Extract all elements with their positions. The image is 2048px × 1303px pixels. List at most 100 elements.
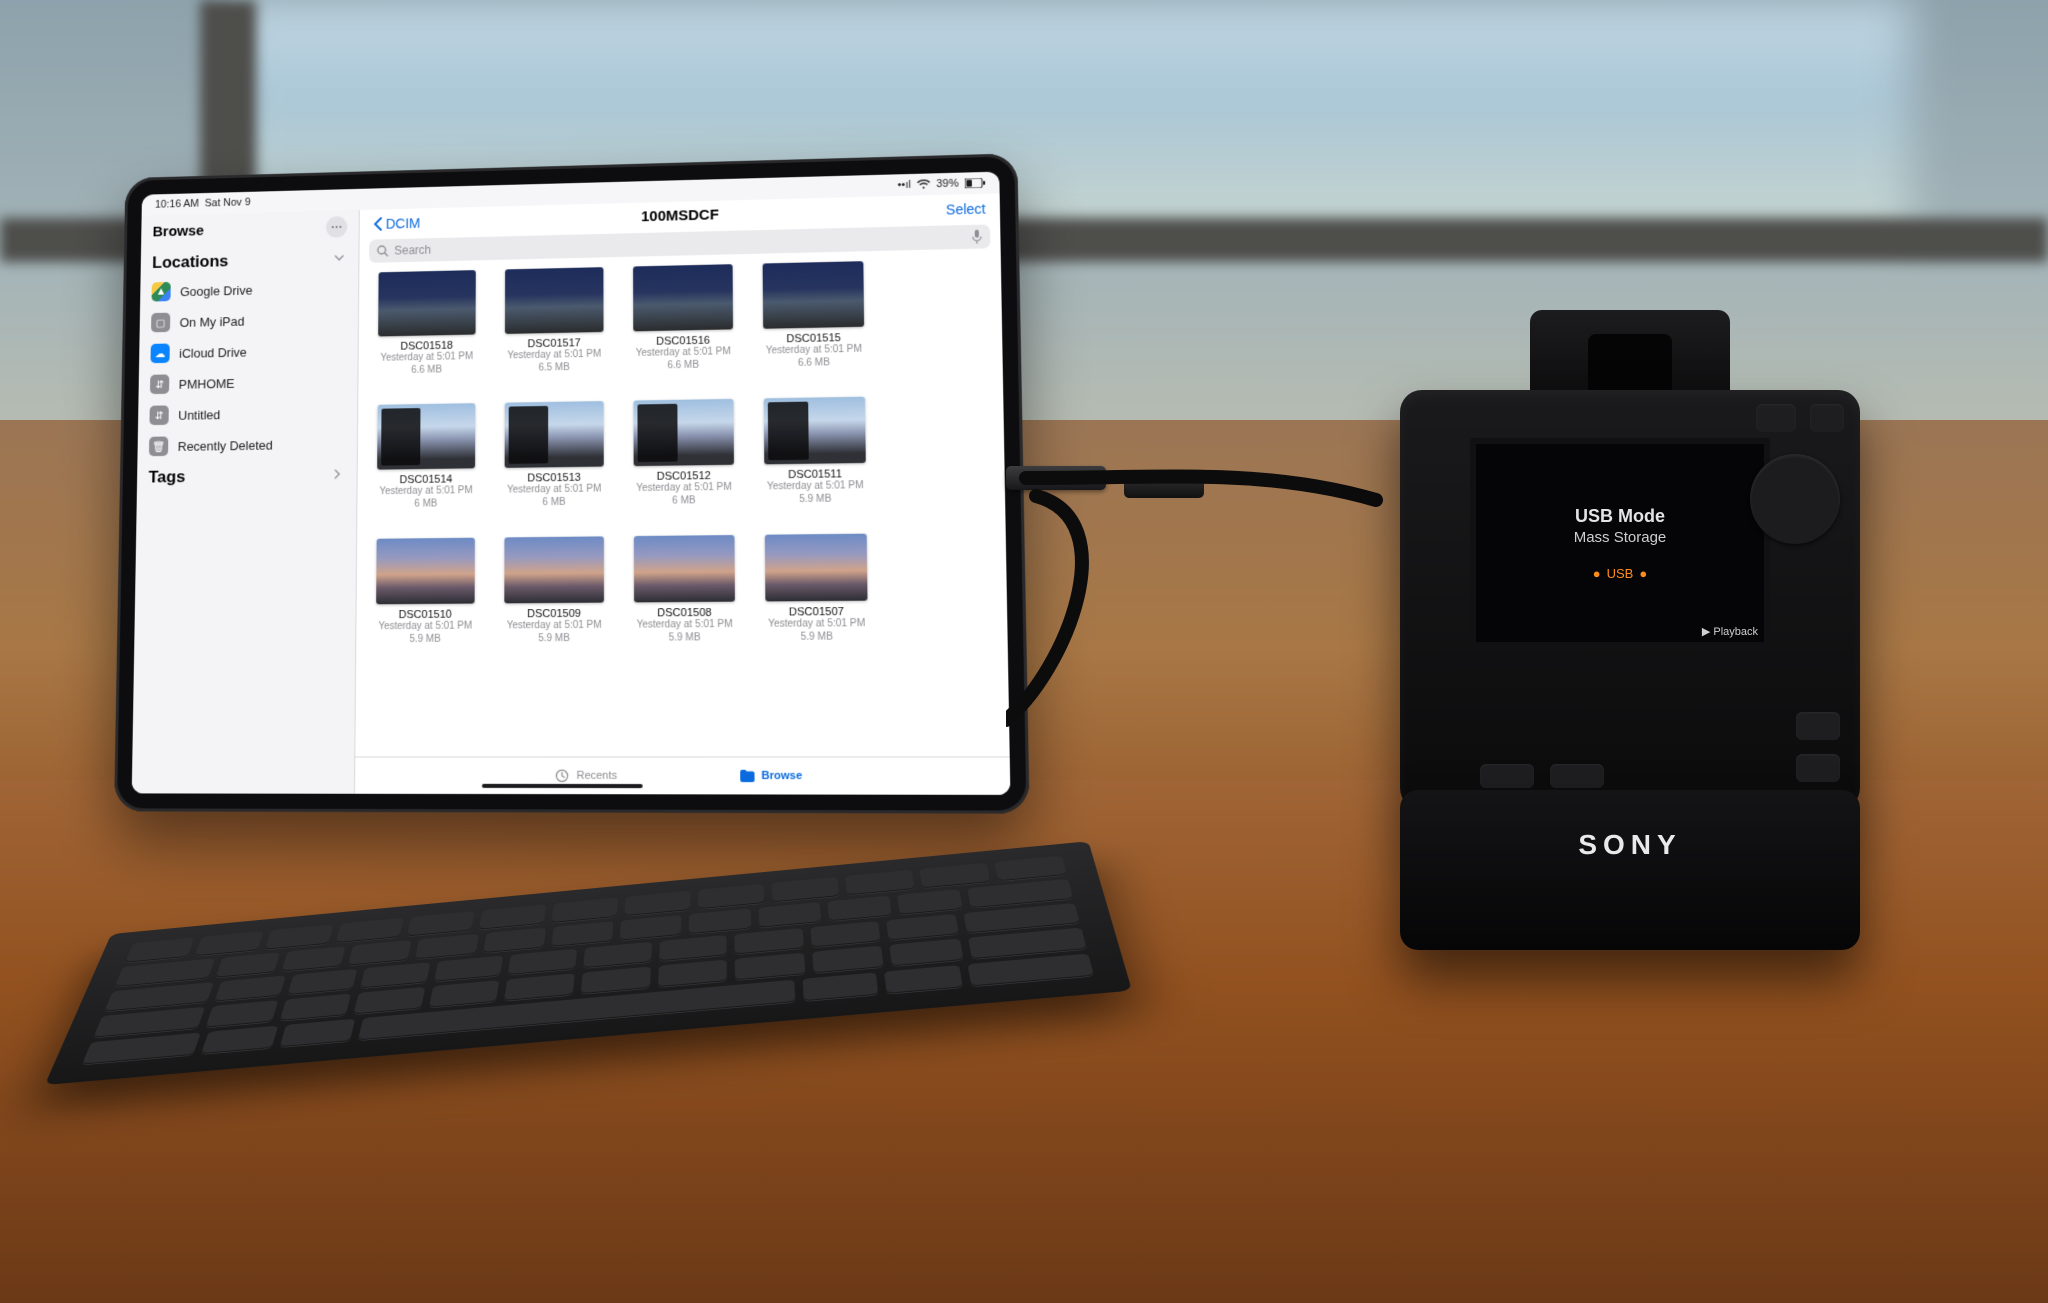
tab-recents[interactable]: Recents xyxy=(554,769,617,783)
camera-control-wheel xyxy=(1750,454,1840,544)
keyboard-key xyxy=(434,955,504,982)
content-pane: DCIM 100MSDCF Select Search DSC01518Yest… xyxy=(355,193,1010,794)
sidebar: Browse ⋯ Locations ▲ Google Drive xyxy=(132,210,360,794)
locations-label: Locations xyxy=(152,252,229,273)
keyboard-key xyxy=(802,972,878,1001)
file-size: 5.9 MB xyxy=(799,493,831,506)
file-item[interactable]: DSC01518Yesterday at 5:01 PM6.6 MB xyxy=(372,270,482,378)
keyboard-key xyxy=(336,918,404,943)
file-item[interactable]: DSC01511Yesterday at 5:01 PM5.9 MB xyxy=(758,397,873,507)
file-thumbnail xyxy=(377,403,475,469)
sidebar-item-icloud-drive[interactable]: ☁ iCloud Drive xyxy=(139,334,358,369)
file-item[interactable]: DSC01512Yesterday at 5:01 PM6 MB xyxy=(627,399,740,508)
file-item[interactable]: DSC01516Yesterday at 5:01 PM6.6 MB xyxy=(627,264,739,373)
keyboard-key xyxy=(735,928,804,955)
back-button[interactable]: DCIM xyxy=(373,215,420,232)
keyboard-key xyxy=(845,870,914,896)
keyboard-key xyxy=(624,891,690,916)
file-grid: DSC01518Yesterday at 5:01 PM6.6 MBDSC015… xyxy=(355,256,1009,756)
keyboard-key xyxy=(583,942,651,969)
file-size: 6 MB xyxy=(672,495,696,508)
sidebar-item-recently-deleted[interactable]: 🗑 Recently Deleted xyxy=(137,428,357,463)
keyboard-key xyxy=(125,937,195,962)
status-battery: 39% xyxy=(936,178,959,190)
external-drive-icon: ⇵ xyxy=(149,405,168,425)
file-date: Yesterday at 5:01 PM xyxy=(767,480,864,494)
tab-browse[interactable]: Browse xyxy=(739,769,802,783)
status-date: Sat Nov 9 xyxy=(205,197,251,210)
file-size: 5.9 MB xyxy=(538,633,570,646)
sidebar-item-google-drive[interactable]: ▲ Google Drive xyxy=(140,272,358,308)
lcd-subtitle: Mass Storage xyxy=(1574,529,1667,546)
file-thumbnail xyxy=(633,399,734,466)
usb-c-plug xyxy=(1124,478,1204,498)
file-item[interactable]: DSC01509Yesterday at 5:01 PM5.9 MB xyxy=(498,536,610,645)
file-thumbnail xyxy=(378,270,476,336)
file-size: 6 MB xyxy=(542,496,565,509)
camera-button xyxy=(1550,764,1604,788)
file-item[interactable]: DSC01508Yesterday at 5:01 PM5.9 MB xyxy=(628,535,741,645)
tags-header[interactable]: Tags xyxy=(137,459,357,491)
file-item[interactable]: DSC01517Yesterday at 5:01 PM6.5 MB xyxy=(499,267,610,375)
file-item[interactable]: DSC01510Yesterday at 5:01 PM5.9 MB xyxy=(370,538,481,647)
file-date: Yesterday at 5:01 PM xyxy=(378,621,472,634)
sidebar-item-untitled[interactable]: ⇵ Untitled xyxy=(138,396,357,431)
sidebar-item-label: Google Drive xyxy=(180,282,252,298)
keyboard-key xyxy=(195,931,264,956)
chevron-right-icon xyxy=(331,468,345,482)
external-drive-icon: ⇵ xyxy=(150,374,169,394)
sidebar-item-on-my-ipad[interactable]: ▢ On My iPad xyxy=(140,303,359,338)
status-time: 10:16 AM xyxy=(155,198,199,211)
keyboard-key xyxy=(205,1000,278,1027)
file-name: DSC01514 xyxy=(400,474,453,487)
file-item[interactable]: DSC01515Yesterday at 5:01 PM6.6 MB xyxy=(757,261,871,371)
keyboard-key xyxy=(429,980,500,1008)
file-date: Yesterday at 5:01 PM xyxy=(507,620,602,633)
sidebar-item-pmhome[interactable]: ⇵ PMHOME xyxy=(138,365,357,400)
keyboard-key xyxy=(483,927,546,953)
camera-lcd: USB Mode Mass Storage ●USB● ▶ Playback xyxy=(1470,438,1770,648)
file-size: 5.9 MB xyxy=(409,633,440,646)
file-name: DSC01516 xyxy=(656,335,710,348)
keyboard-key xyxy=(265,924,334,949)
keyboard-key xyxy=(279,994,351,1021)
folder-icon xyxy=(739,769,755,783)
file-name: DSC01515 xyxy=(786,332,841,345)
file-size: 6 MB xyxy=(414,498,437,511)
keyboard-key xyxy=(504,974,574,1002)
file-date: Yesterday at 5:01 PM xyxy=(379,485,472,499)
more-button[interactable]: ⋯ xyxy=(326,216,347,238)
keyboard-key xyxy=(360,962,430,989)
keyboard-key xyxy=(581,967,651,995)
keyboard-key xyxy=(279,1019,355,1048)
file-size: 6.5 MB xyxy=(538,362,569,375)
mic-icon[interactable] xyxy=(972,230,982,244)
home-indicator[interactable] xyxy=(482,784,643,788)
select-button[interactable]: Select xyxy=(946,200,986,217)
file-size: 5.9 MB xyxy=(800,631,833,644)
keyboard-key xyxy=(407,911,475,936)
file-name: DSC01509 xyxy=(527,608,581,620)
cloud-icon: ☁ xyxy=(150,344,169,364)
keyboard-key xyxy=(551,897,618,922)
keyboard-key xyxy=(201,1026,278,1055)
file-size: 5.9 MB xyxy=(669,632,701,645)
lcd-title: USB Mode xyxy=(1575,506,1665,527)
file-name: DSC01513 xyxy=(527,472,580,485)
keyboard-key xyxy=(919,863,990,889)
file-size: 6.6 MB xyxy=(667,359,699,372)
file-date: Yesterday at 5:01 PM xyxy=(766,344,862,358)
file-thumbnail xyxy=(763,261,865,329)
file-item[interactable]: DSC01514Yesterday at 5:01 PM6 MB xyxy=(371,403,481,511)
keyboard-key xyxy=(897,889,963,915)
camera-button xyxy=(1796,754,1840,782)
sidebar-item-label: Recently Deleted xyxy=(178,437,273,453)
camera-button xyxy=(1796,712,1840,740)
file-item[interactable]: DSC01507Yesterday at 5:01 PM5.9 MB xyxy=(759,534,874,645)
camera-body: USB Mode Mass Storage ●USB● ▶ Playback xyxy=(1400,390,1860,810)
file-size: 6.6 MB xyxy=(411,364,442,377)
file-thumbnail xyxy=(765,534,868,602)
file-item[interactable]: DSC01513Yesterday at 5:01 PM6 MB xyxy=(499,401,610,510)
keyboard-key xyxy=(689,908,751,934)
sidebar-title: Browse xyxy=(153,222,205,240)
